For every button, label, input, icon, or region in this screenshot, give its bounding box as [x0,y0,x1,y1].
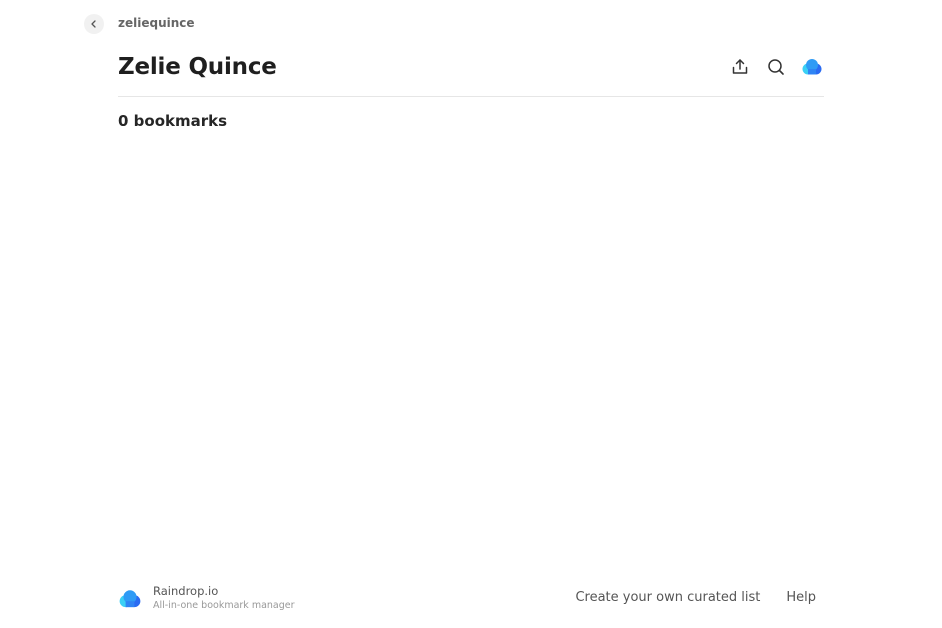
page: zeliequince Zelie Quince 0 bookmarks Rai… [0,0,942,628]
raindrop-home-button[interactable] [800,55,824,79]
brand-text: Raindrop.io All-in-one bookmark manager [153,584,295,612]
footer-links: Create your own curated list Help [575,590,816,605]
footer: Raindrop.io All-in-one bookmark manager … [118,584,824,614]
header-actions [728,55,824,79]
help-link[interactable]: Help [786,590,816,605]
back-button[interactable] [84,14,104,34]
raindrop-cloud-icon [802,59,822,75]
page-title: Zelie Quince [118,54,277,80]
header-divider [118,96,824,97]
bookmark-count: 0 bookmarks [118,112,228,130]
brand-name: Raindrop.io [153,584,219,598]
share-upload-icon [732,59,748,74]
chevron-left-icon [91,20,96,28]
breadcrumb: zeliequince [84,14,195,34]
create-curated-list-link[interactable]: Create your own curated list [575,590,760,605]
search-button[interactable] [764,55,788,79]
share-button[interactable] [728,55,752,79]
brand-tagline: All-in-one bookmark manager [153,600,295,611]
raindrop-logo-icon [119,590,141,608]
collection-header: Zelie Quince [118,50,824,84]
breadcrumb-user-link[interactable]: zeliequince [118,16,195,30]
search-icon [768,59,784,75]
footer-brand[interactable]: Raindrop.io All-in-one bookmark manager [118,584,295,612]
